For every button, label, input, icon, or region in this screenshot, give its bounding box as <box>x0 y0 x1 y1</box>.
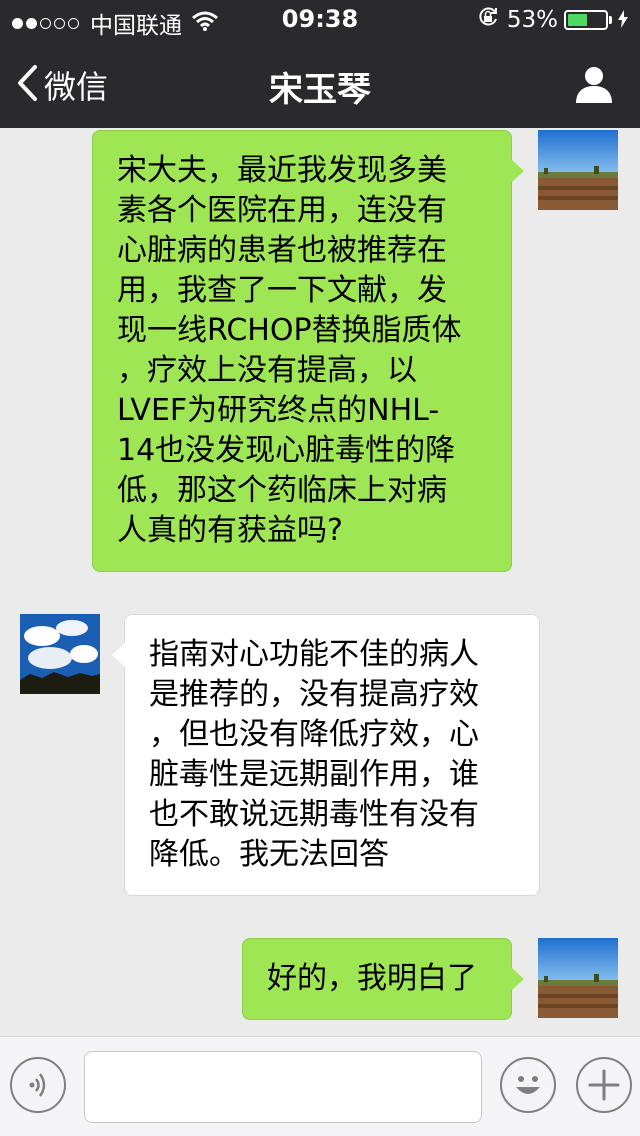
message-line: 宋大夫，最近我发现多美 <box>117 153 447 188</box>
message-line: 用，我查了一下文献，发 <box>117 273 447 308</box>
rotation-lock-icon <box>477 6 499 34</box>
voice-icon <box>12 1073 64 1115</box>
message-line: 降低。我无法回答 <box>149 837 389 872</box>
message-line: 是推荐的，没有提高疗效 <box>149 677 479 712</box>
plus-icon <box>578 1069 630 1115</box>
emoji-button[interactable] <box>500 1057 556 1113</box>
message-bubble-incoming[interactable]: 指南对心功能不佳的病人 是推荐的，没有提高疗效 ，但也没有降低疗效，心 脏毒性是… <box>112 614 540 896</box>
message-line: 人真的有获益吗? <box>117 513 343 548</box>
my-avatar[interactable] <box>538 938 618 1018</box>
message-line: ，但也没有降低疗效，心 <box>149 717 479 752</box>
message-line: 也不敢说远期毒性有没有 <box>149 797 479 832</box>
bubble-tail <box>511 159 524 183</box>
status-right: 53% <box>477 6 628 34</box>
message-line: 指南对心功能不佳的病人 <box>149 637 479 672</box>
contact-avatar[interactable] <box>20 614 100 694</box>
status-bar: 中国联通 09:38 53% <box>0 0 640 40</box>
message-bubble-outgoing[interactable]: 好的，我明白了 <box>242 938 524 1020</box>
profile-button[interactable] <box>574 64 614 108</box>
emoji-icon <box>502 1076 554 1115</box>
charging-icon <box>618 6 628 34</box>
message-bubble-outgoing[interactable]: 宋大夫，最近我发现多美 素各个医院在用，连没有 心脏病的患者也被推荐在 用，我查… <box>92 130 524 572</box>
bubble-tail <box>511 967 524 991</box>
message-input[interactable] <box>84 1051 482 1123</box>
message-line: 14也没发现心脏毒性的降 <box>117 433 456 468</box>
person-icon <box>574 67 614 108</box>
message-line: 好的，我明白了 <box>267 961 477 996</box>
message-line: 心脏病的患者也被推荐在 <box>117 233 447 268</box>
message-line: 现一线RCHOP替换脂质体 <box>117 313 462 348</box>
chat-area[interactable]: 宋大夫，最近我发现多美 素各个医院在用，连没有 心脏病的患者也被推荐在 用，我查… <box>0 128 640 1036</box>
battery-nub <box>609 16 612 24</box>
more-button[interactable] <box>576 1057 632 1113</box>
battery-fill <box>568 14 587 26</box>
battery-icon <box>564 10 608 30</box>
chat-title: 宋玉琴 <box>269 70 371 110</box>
message-line: 低，那这个药临床上对病 <box>117 473 447 508</box>
voice-button[interactable] <box>10 1057 66 1113</box>
nav-bar: 微信 宋玉琴 <box>0 40 640 128</box>
battery-percentage: 53% <box>506 7 558 33</box>
input-bar <box>0 1036 640 1136</box>
message-line: LVEF为研究终点的NHL- <box>117 393 440 428</box>
message-line: ，疗效上没有提高，以 <box>117 353 417 388</box>
my-avatar[interactable] <box>538 130 618 210</box>
message-line: 脏毒性是远期副作用，谁 <box>149 757 479 792</box>
bubble-tail <box>112 643 125 667</box>
message-line: 素各个医院在用，连没有 <box>117 193 447 228</box>
